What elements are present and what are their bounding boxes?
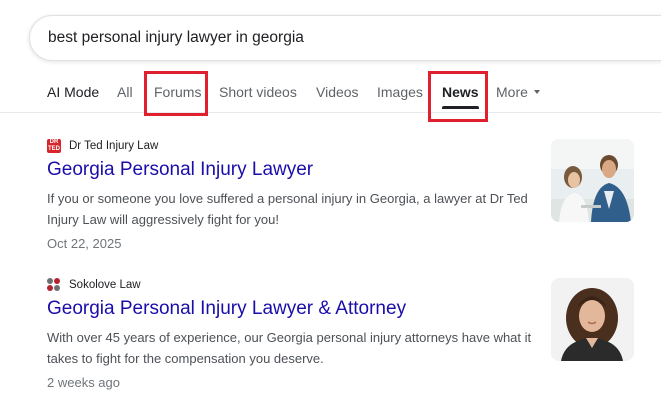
result-title-link[interactable]: Georgia Personal Injury Lawyer & Attorne… <box>47 298 406 320</box>
tab-news-label: News <box>442 84 479 100</box>
tab-more[interactable]: More <box>496 73 540 112</box>
result-source[interactable]: DR TED Dr Ted Injury Law <box>47 138 158 154</box>
result-title-link[interactable]: Georgia Personal Injury Lawyer <box>47 159 313 181</box>
result-item: Sokolove Law Georgia Personal Injury Law… <box>47 277 537 397</box>
snippet-line: With over 45 years of experience, our Ge… <box>47 330 532 345</box>
tab-videos-label: Videos <box>316 84 359 100</box>
tab-forums-label: Forums <box>154 84 202 100</box>
favicon-text: DR TED <box>48 139 60 152</box>
tabs-divider <box>0 112 661 113</box>
search-tabs: AI Mode All Forums Short videos Videos I… <box>0 73 661 112</box>
snippet-line: If you or someone you love suffered a pe… <box>47 191 528 206</box>
tab-all-label: All <box>117 84 133 100</box>
dr-ted-logo-icon: DR TED <box>47 139 61 153</box>
office-meeting-photo <box>551 139 634 222</box>
tab-more-label: More <box>496 84 528 100</box>
result-date: 2 weeks ago <box>47 375 120 390</box>
tab-ai-mode[interactable]: AI Mode <box>47 73 99 112</box>
tab-forums[interactable]: Forums <box>154 73 201 112</box>
result-thumbnail[interactable] <box>551 278 634 361</box>
result-thumbnail[interactable] <box>551 139 634 222</box>
tab-all[interactable]: All <box>117 73 133 112</box>
attorney-portrait-photo <box>551 278 634 361</box>
search-input[interactable] <box>48 16 608 60</box>
snippet-line: takes to fight for the compensation you … <box>47 351 324 366</box>
search-box[interactable] <box>29 15 661 61</box>
tab-short-videos[interactable]: Short videos <box>219 73 297 112</box>
tab-short-videos-label: Short videos <box>219 84 297 100</box>
snippet-line: Injury Law will aggressively fight for y… <box>47 212 279 227</box>
result-snippet: With over 45 years of experience, our Ge… <box>47 327 537 369</box>
tab-news[interactable]: News <box>442 73 479 112</box>
tab-videos[interactable]: Videos <box>316 73 359 112</box>
tab-images-label: Images <box>377 84 423 100</box>
result-snippet: If you or someone you love suffered a pe… <box>47 188 537 230</box>
caret-down-icon <box>533 90 540 95</box>
active-tab-indicator <box>442 106 479 109</box>
result-source-name: Dr Ted Injury Law <box>69 140 159 152</box>
tab-ai-mode-label: AI Mode <box>47 84 100 100</box>
result-source-name: Sokolove Law <box>69 279 141 291</box>
sokolove-logo-icon <box>47 278 61 292</box>
result-item: DR TED Dr Ted Injury Law Georgia Persona… <box>47 138 537 258</box>
result-date: Oct 22, 2025 <box>47 236 122 251</box>
result-source[interactable]: Sokolove Law <box>47 277 141 293</box>
tab-images[interactable]: Images <box>377 73 423 112</box>
